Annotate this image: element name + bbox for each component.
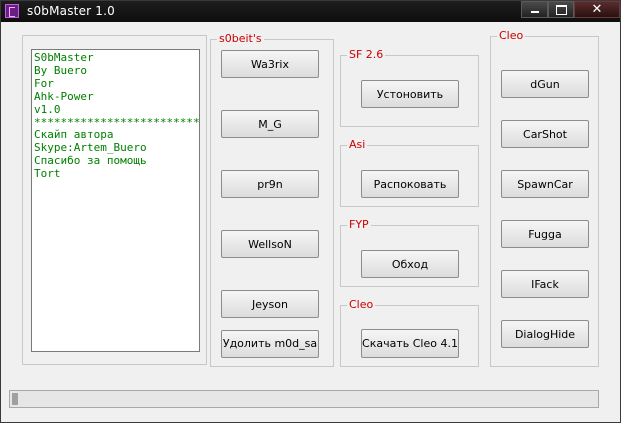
install-button[interactable]: Устоновить	[361, 80, 459, 108]
ifack-button[interactable]: IFack	[501, 270, 589, 298]
info-line: v1.0	[34, 102, 61, 116]
fugga-button[interactable]: Fugga	[501, 220, 589, 248]
title-bar[interactable]: s0bMaster 1.0 ✕	[1, 1, 620, 22]
sf-group-label: SF 2.6	[347, 48, 386, 62]
progress-bar-fill	[12, 393, 18, 405]
info-line: S0bMaster	[34, 51, 94, 64]
info-line: Tort	[34, 167, 61, 181]
app-icon	[5, 4, 19, 18]
bypass-button[interactable]: Обход	[361, 250, 459, 278]
wellson-button[interactable]: WellsoN	[221, 230, 319, 258]
s0beits-group-label: s0beit's	[217, 32, 264, 46]
cleo-download-group-label: Cleo	[347, 298, 376, 312]
info-line: Ahk-Power	[34, 89, 94, 103]
info-line: By Buero	[34, 63, 87, 77]
minimize-button[interactable]	[521, 1, 548, 18]
pr9n-button[interactable]: pr9n	[221, 170, 319, 198]
spawncar-button[interactable]: SpawnCar	[501, 170, 589, 198]
fyp-group-label: FYP	[347, 218, 371, 232]
asi-group-label: Asi	[347, 138, 368, 152]
m-g-button[interactable]: M_G	[221, 110, 319, 138]
main-window: s0bMaster 1.0 ✕ S0bMaster By Buero For A…	[0, 0, 621, 423]
maximize-button[interactable]	[548, 1, 574, 18]
download-cleo-button[interactable]: Скачать Cleo 4.1	[361, 329, 459, 358]
minimize-icon	[530, 11, 539, 13]
jeyson-button[interactable]: Jeyson	[221, 290, 319, 318]
dgun-button[interactable]: dGun	[501, 70, 589, 98]
window-title: s0bMaster 1.0	[27, 4, 115, 18]
dialoghide-button[interactable]: DialogHide	[501, 320, 589, 348]
progress-bar	[9, 390, 599, 408]
close-button[interactable]: ✕	[574, 1, 620, 18]
close-icon: ✕	[591, 2, 603, 17]
info-textbox[interactable]: S0bMaster By Buero For Ahk-Power v1.0 **…	[31, 49, 200, 352]
delete-mod-sa-button[interactable]: Удолить m0d_sa	[221, 330, 319, 358]
unpack-button[interactable]: Распоковать	[361, 170, 459, 198]
maximize-icon	[555, 5, 567, 15]
wa3rix-button[interactable]: Wa3rix	[221, 50, 319, 78]
cleo-group-label: Cleo	[497, 29, 526, 43]
info-line: For	[34, 76, 54, 90]
carshot-button[interactable]: CarShot	[501, 120, 589, 148]
